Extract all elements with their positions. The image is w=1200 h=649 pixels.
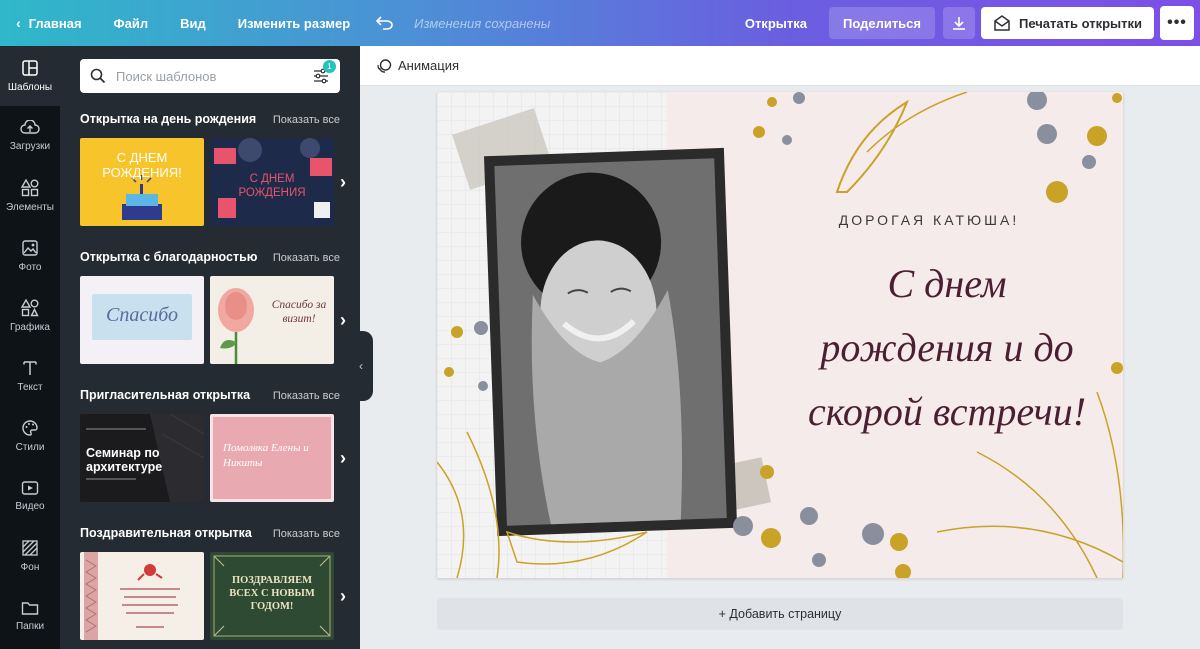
chevron-right-icon[interactable]: ›: [340, 448, 346, 469]
undo-button[interactable]: [366, 0, 404, 46]
rail-label: Графика: [10, 322, 50, 333]
template-thumbnail[interactable]: Семинар по архитектуре: [80, 414, 204, 502]
rail-item-styles[interactable]: Стили: [0, 406, 60, 466]
graphics-icon: [21, 299, 39, 317]
animation-icon: [377, 58, 392, 73]
elements-icon: [21, 179, 39, 197]
download-icon: [953, 17, 965, 30]
template-thumbnail[interactable]: [80, 552, 204, 640]
template-text: ПОЗДРАВЛЯЕМ ВСЕХ С НОВЫМ ГОДОМ!: [229, 575, 315, 612]
save-status: Изменения сохранены: [414, 15, 551, 31]
show-all-link[interactable]: Показать все: [273, 528, 340, 540]
rail-item-background[interactable]: Фон: [0, 526, 60, 586]
rail-label: Текст: [17, 382, 43, 393]
search-icon: [90, 68, 106, 84]
rail-label: Видео: [15, 501, 45, 512]
filter-count-badge: 1: [323, 60, 336, 73]
section-title: Открытка на день рождения: [80, 112, 257, 126]
video-icon: [21, 481, 39, 495]
template-thumbnail[interactable]: Спасибо: [80, 276, 204, 364]
section-birthday: Открытка на день рождения Показать все С…: [80, 112, 346, 226]
show-all-link[interactable]: Показать все: [273, 252, 340, 264]
templates-panel: Поиск шаблонов 1 Открытка на день рожден…: [60, 46, 360, 649]
rail-label: Фон: [20, 562, 40, 573]
filter-button[interactable]: 1: [312, 60, 336, 85]
rail-label: Фото: [18, 262, 42, 273]
rail-item-video[interactable]: Видео: [0, 466, 60, 526]
undo-icon: [376, 16, 393, 30]
rail-label: Папки: [15, 621, 45, 632]
templates-icon: [22, 60, 38, 76]
template-text: Помолвка Елены и Никиты: [223, 442, 309, 469]
home-label: Главная: [28, 15, 82, 31]
palette-icon: [22, 420, 38, 436]
folder-icon: [21, 602, 39, 615]
chevron-left-icon: ‹: [359, 359, 363, 373]
section-thanks: Открытка с благодарностью Показать все С…: [80, 250, 346, 364]
top-bar: ‹ Главная Файл Вид Изменить размер Измен…: [0, 0, 1200, 46]
rail-label: Шаблоны: [7, 82, 53, 93]
print-envelope-icon: [994, 15, 1010, 31]
chevron-left-icon: ‹: [16, 15, 21, 31]
upload-icon: [20, 120, 40, 134]
design-canvas[interactable]: ДОРОГАЯ КАТЮША! С днем рождения и до ско…: [437, 92, 1123, 578]
home-button[interactable]: ‹ Главная: [0, 0, 98, 46]
template-text: С ДНЕМ РОЖДЕНИЯ!: [102, 150, 182, 180]
photo-icon: [22, 240, 38, 256]
file-menu[interactable]: Файл: [98, 0, 165, 46]
template-thumbnail[interactable]: С ДНЕМ РОЖДЕНИЯ!: [80, 138, 204, 226]
collapse-panel-button[interactable]: ‹: [349, 331, 373, 401]
show-all-link[interactable]: Показать все: [273, 114, 340, 126]
card-message-line-3[interactable]: скорой встречи!: [777, 388, 1117, 435]
section-title: Поздравительная открытка: [80, 526, 252, 540]
template-thumbnail[interactable]: С ДНЕМ РОЖДЕНИЯ: [210, 138, 334, 226]
rail-item-folders[interactable]: Папки: [0, 586, 60, 646]
chevron-right-icon[interactable]: ›: [340, 172, 346, 193]
animation-button[interactable]: Анимация: [398, 58, 459, 73]
template-text: С ДНЕМ РОЖДЕНИЯ: [238, 173, 306, 199]
rail-label: Загрузки: [9, 141, 51, 152]
cupid-card-illustration: [84, 552, 180, 640]
section-title: Пригласительная открытка: [80, 388, 251, 402]
rail-item-text[interactable]: Текст: [0, 346, 60, 406]
download-button[interactable]: [943, 7, 975, 39]
add-page-button[interactable]: + Добавить страницу: [437, 598, 1123, 630]
share-button[interactable]: Поделиться: [828, 7, 935, 39]
chevron-right-icon[interactable]: ›: [340, 310, 346, 331]
template-text: Спасибо: [105, 304, 178, 326]
section-congrats: Поздравительная открытка Показать все ПО…: [80, 526, 346, 640]
editor-toolbar: Анимация: [360, 46, 1200, 86]
rail-item-elements[interactable]: Элементы: [0, 166, 60, 226]
search-input[interactable]: Поиск шаблонов: [116, 69, 312, 84]
card-message-line-2[interactable]: рождения и до: [777, 324, 1117, 371]
rail-label: Элементы: [6, 202, 54, 213]
template-text: Семинар по архитектуре: [86, 446, 163, 474]
rail-item-uploads[interactable]: Загрузки: [0, 106, 60, 166]
more-icon: •••: [1167, 14, 1187, 31]
template-thumbnail[interactable]: Спасибо за визит!: [210, 276, 334, 364]
print-label: Печатать открытки: [1019, 15, 1142, 31]
section-invitation: Пригласительная открытка Показать все Се…: [80, 388, 346, 502]
template-thumbnail[interactable]: ПОЗДРАВЛЯЕМ ВСЕХ С НОВЫМ ГОДОМ!: [210, 552, 334, 640]
chevron-right-icon[interactable]: ›: [340, 586, 346, 607]
rail-item-templates[interactable]: Шаблоны: [0, 46, 60, 106]
rail-label: Стили: [15, 442, 45, 453]
text-icon: [23, 361, 37, 375]
view-menu[interactable]: Вид: [164, 0, 222, 46]
side-rail: Шаблоны Загрузки Элементы Фото Графика Т…: [0, 46, 60, 649]
doc-type-label[interactable]: Открытка: [729, 0, 829, 46]
template-text: Спасибо за визит!: [271, 299, 327, 325]
rail-item-photos[interactable]: Фото: [0, 226, 60, 286]
background-icon: [22, 540, 38, 556]
more-options-button[interactable]: •••: [1160, 6, 1194, 40]
show-all-link[interactable]: Показать все: [273, 390, 340, 402]
print-button[interactable]: Печатать открытки: [981, 7, 1154, 39]
rail-item-graphics[interactable]: Графика: [0, 286, 60, 346]
section-title: Открытка с благодарностью: [80, 250, 258, 264]
card-message-line-1[interactable]: С днем: [797, 260, 1097, 307]
resize-menu[interactable]: Изменить размер: [222, 0, 366, 46]
card-greeting[interactable]: ДОРОГАЯ КАТЮША!: [829, 212, 1029, 228]
template-search[interactable]: Поиск шаблонов 1: [80, 59, 340, 93]
template-thumbnail[interactable]: Помолвка Елены и Никиты: [210, 414, 334, 502]
